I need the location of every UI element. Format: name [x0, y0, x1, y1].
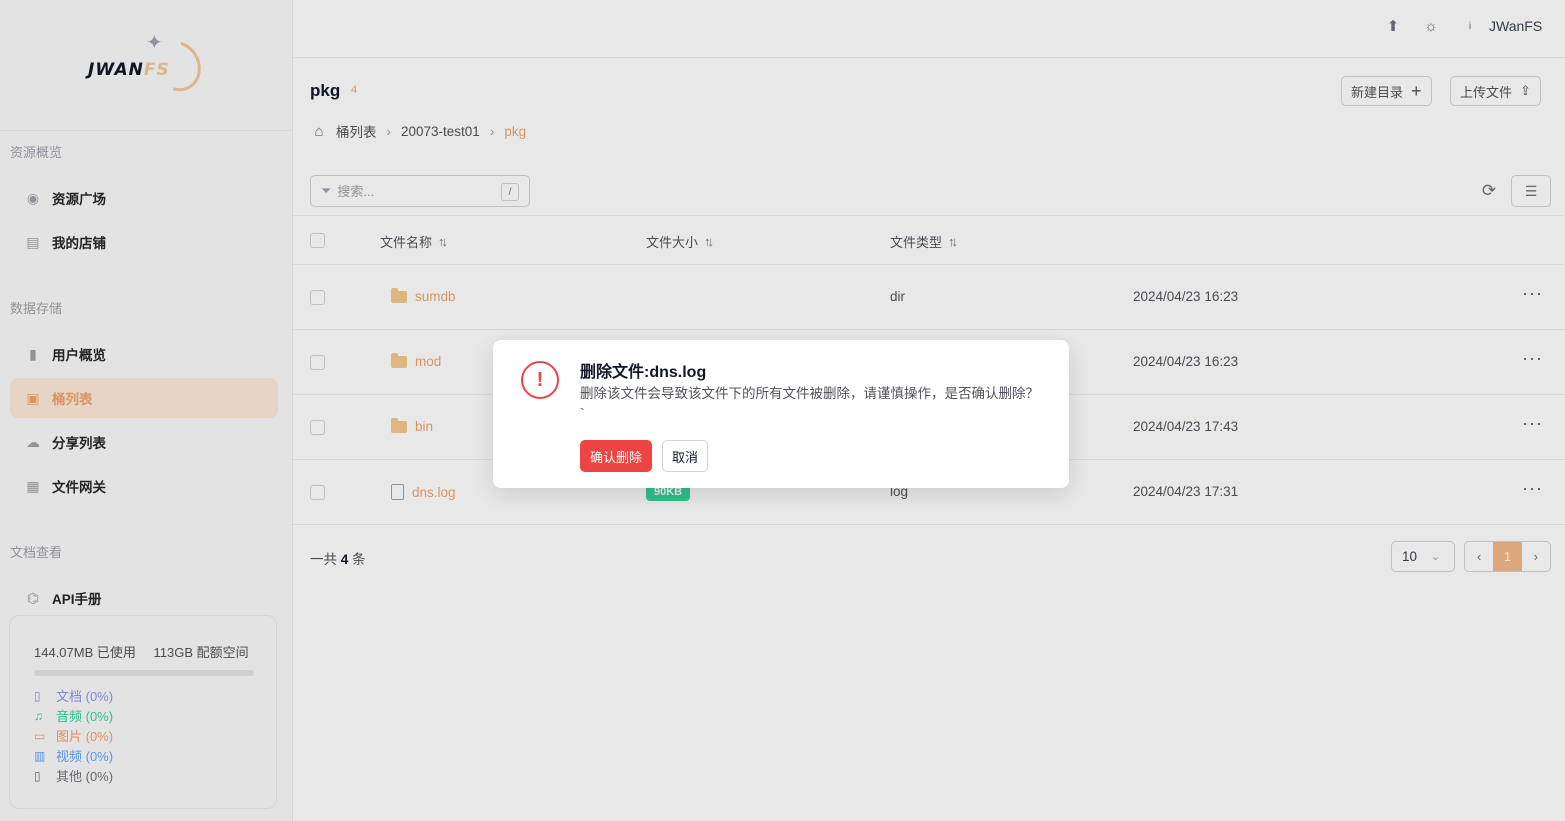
delete-confirm-dialog: ! 删除文件:dns.log 删除该文件会导致该文件下的所有文件被删除，请谨慎操… [493, 340, 1069, 488]
dialog-title: 删除文件:dns.log [580, 364, 707, 381]
cancel-button[interactable]: 取消 [662, 440, 709, 472]
warning-icon: ! [521, 361, 559, 399]
dialog-message: 删除该文件会导致该文件下的所有文件被删除，请谨慎操作，是否确认删除？` [580, 386, 1039, 421]
confirm-delete-button[interactable]: 确认删除 [580, 440, 653, 472]
